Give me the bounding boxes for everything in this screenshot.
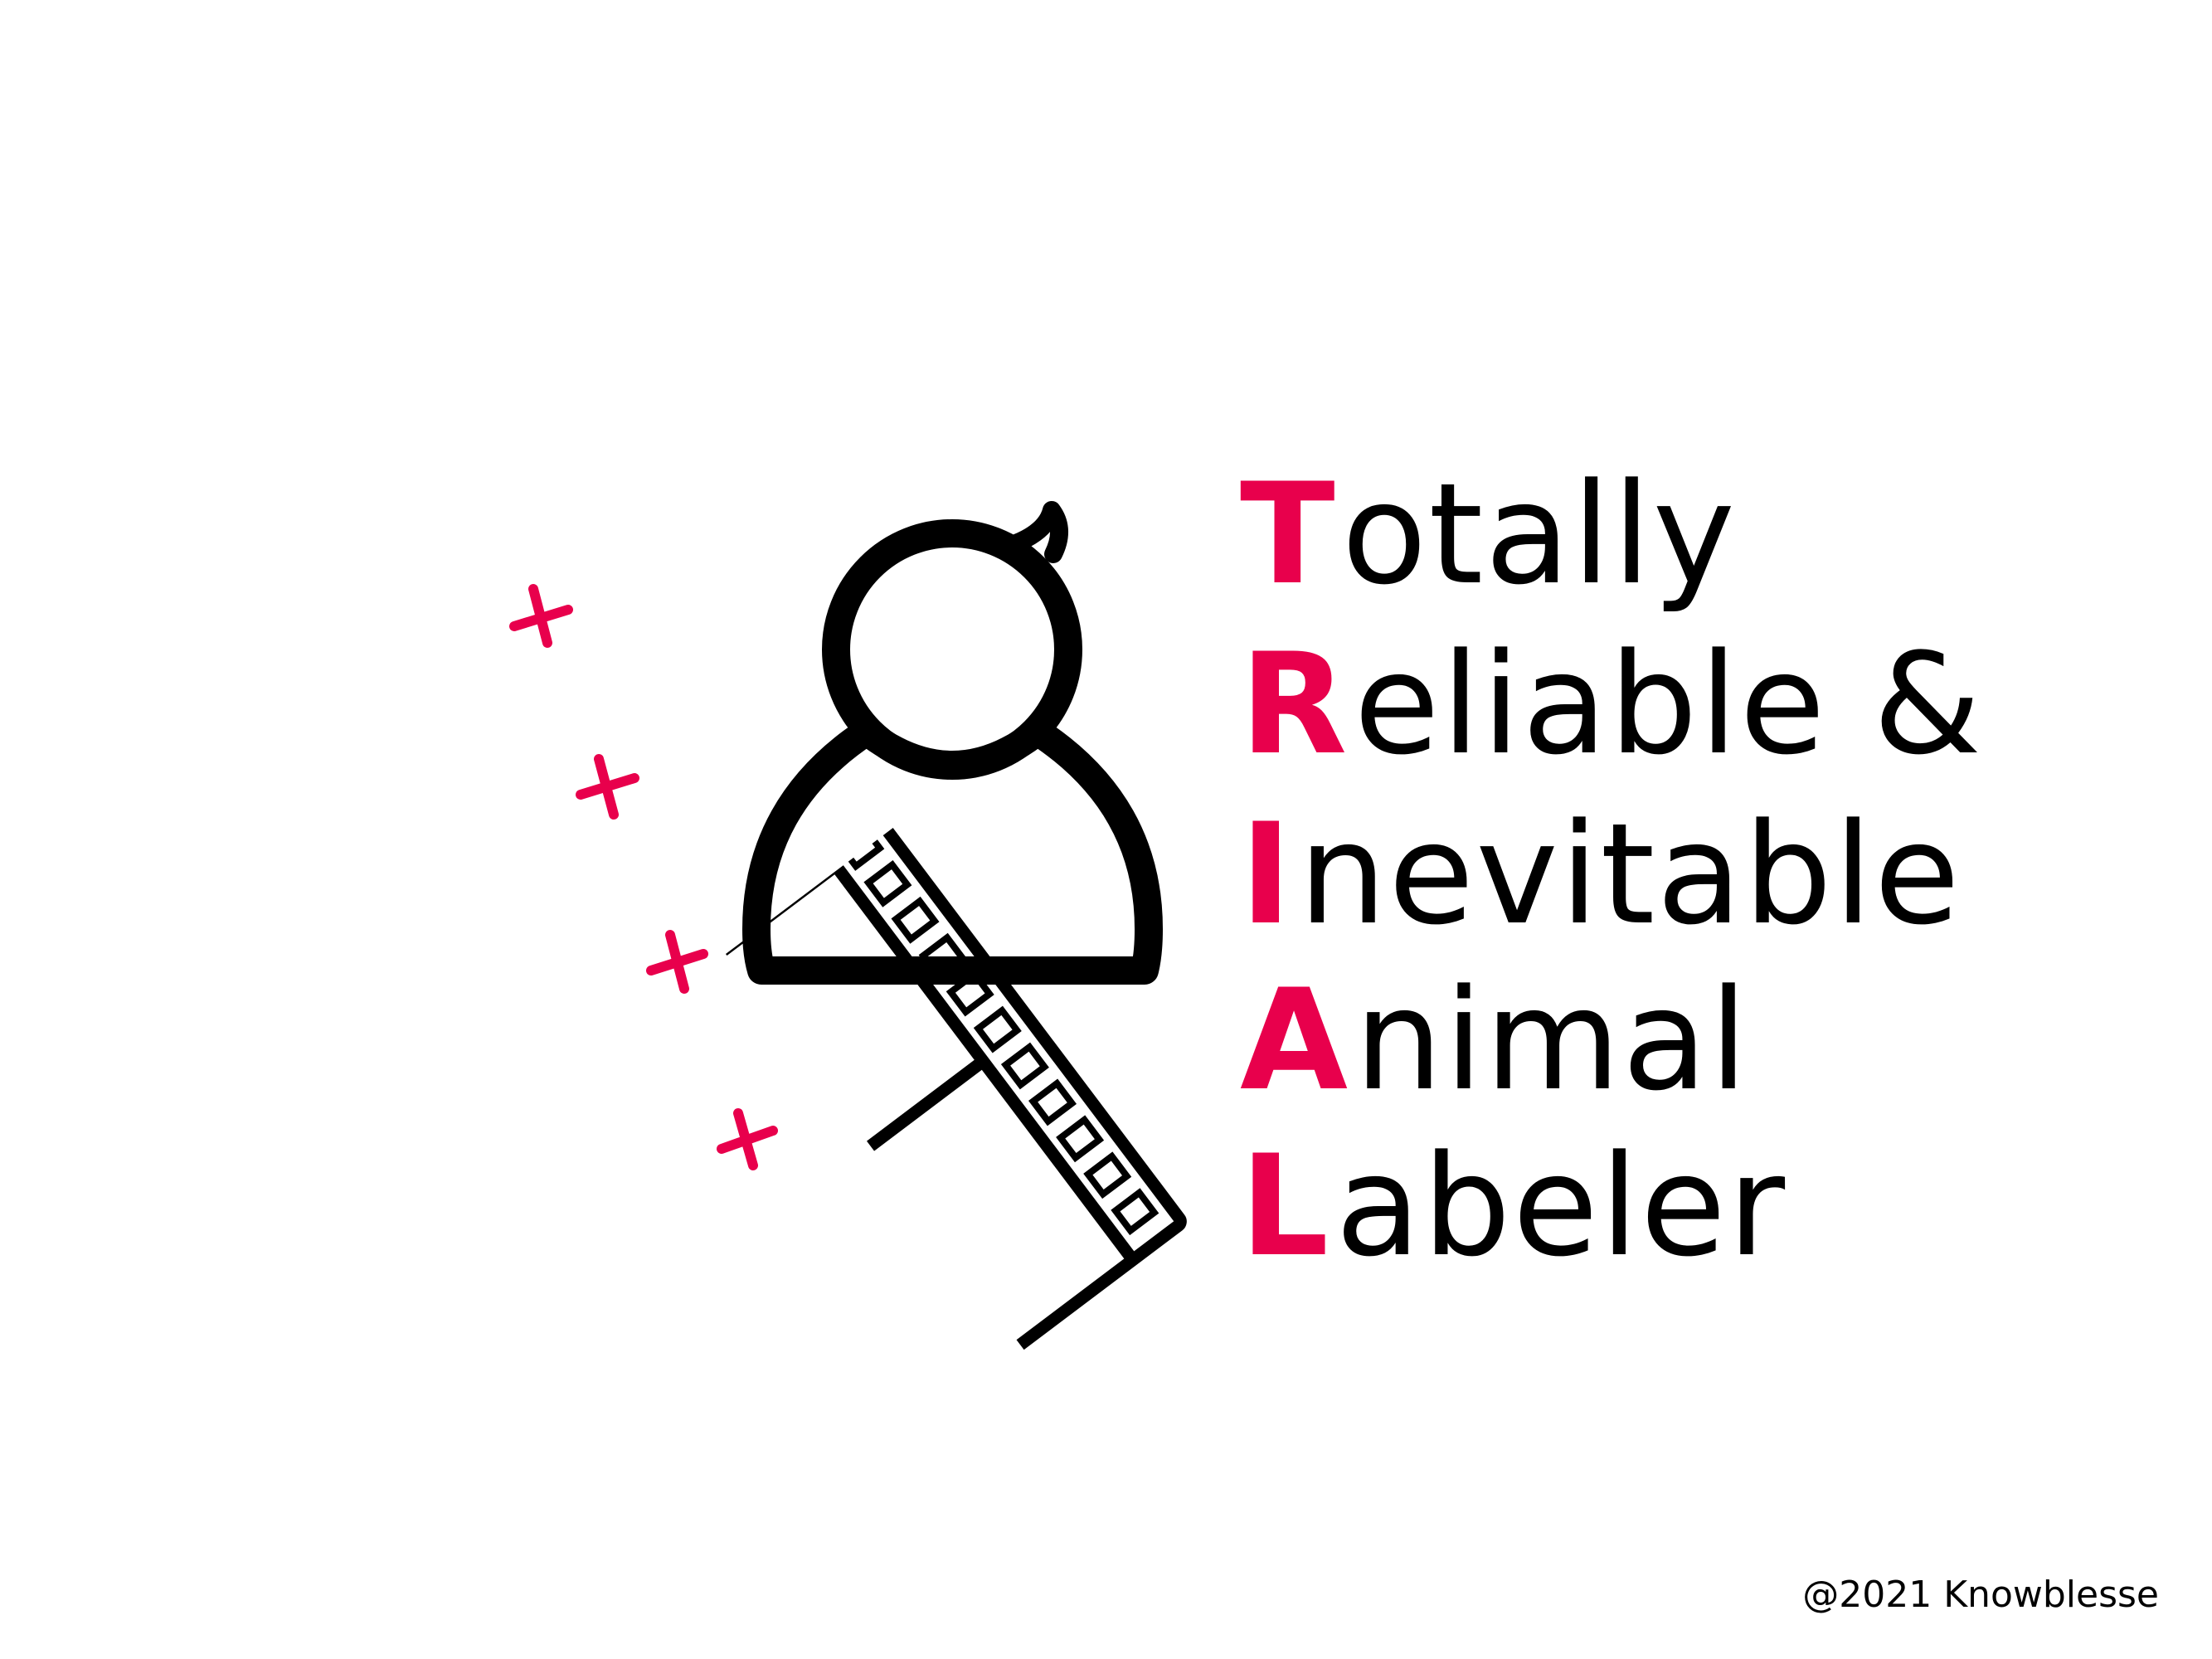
acronym-initial: A: [1240, 959, 1350, 1121]
acronym-word-rest: nimal: [1354, 959, 1750, 1121]
cross-mark-icon: [646, 930, 708, 994]
acronym-word-rest: otally: [1341, 453, 1737, 615]
acronym-initial: R: [1240, 623, 1349, 786]
acronym-line-inevitable: Inevitable: [1240, 805, 1962, 944]
acronym-initial: T: [1240, 453, 1337, 615]
acronym-line-labeler: Labeler: [1240, 1136, 1787, 1276]
acronym-word-rest: nevitable: [1298, 793, 1962, 956]
acronym-line-animal: Animal: [1240, 971, 1749, 1110]
cross-mark-icon: [576, 754, 639, 820]
cross-mark-icon: [717, 1108, 778, 1170]
cross-mark-icon: [509, 584, 573, 648]
copyright-notice: @2021 Knowblesse: [1802, 1574, 2159, 1616]
acronym-line-reliable: Reliable &: [1240, 635, 1983, 774]
acronym-line-totally: Totally: [1240, 465, 1737, 604]
acronym-word-rest: abeler: [1335, 1125, 1787, 1287]
acronym-initial: I: [1240, 793, 1294, 956]
acronym-initial: L: [1240, 1125, 1331, 1287]
acronym-word-rest: eliable &: [1354, 623, 1984, 786]
